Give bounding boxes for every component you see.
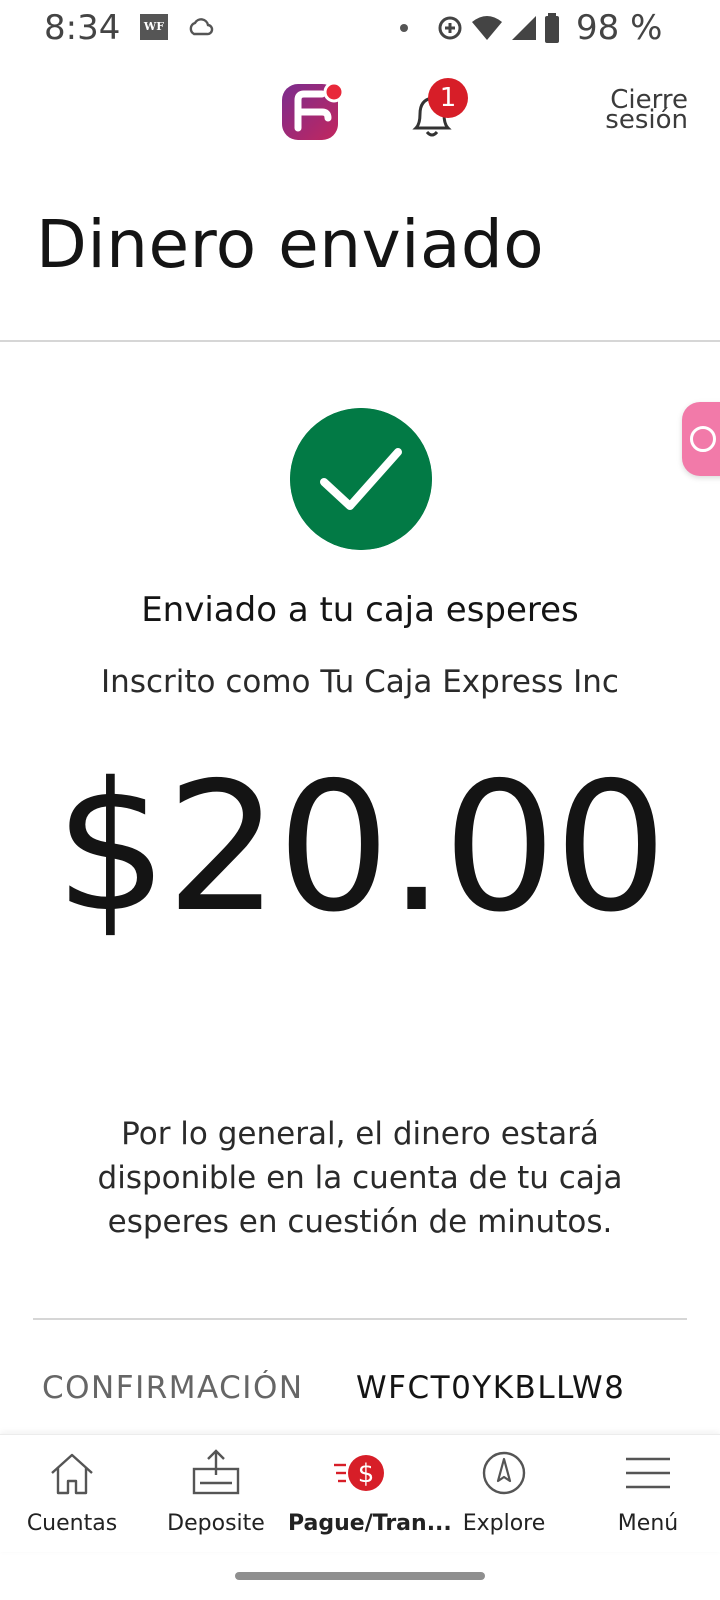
menu-icon: [626, 1457, 670, 1489]
confirmation-code: WFCT0YKBLLW8: [356, 1370, 626, 1406]
wf-notification-icon: WF: [140, 14, 168, 40]
nav-item-menu[interactable]: Menú: [576, 1435, 720, 1553]
nav-item-cuentas[interactable]: Cuentas: [0, 1435, 144, 1553]
nav-item-pague-transfiera[interactable]: $ Pague/Tran...: [288, 1435, 452, 1553]
notification-dot-icon: [400, 24, 408, 32]
nav-label: Deposite: [167, 1511, 265, 1536]
plus-circle-icon: [690, 426, 716, 452]
success-check-icon: [290, 408, 432, 550]
sent-amount: $20.00: [54, 744, 668, 951]
availability-note: Por lo general, el dinero estará disponi…: [97, 1116, 623, 1240]
home-icon: [51, 1453, 93, 1495]
compass-icon: [482, 1451, 526, 1495]
nav-label: Cuentas: [26, 1511, 118, 1536]
floating-action-button[interactable]: [682, 402, 720, 476]
nav-label: Explore: [462, 1511, 546, 1536]
nav-item-deposite[interactable]: Deposite: [144, 1435, 288, 1553]
battery-icon: [545, 13, 559, 43]
pay-transfer-icon: $: [334, 1455, 384, 1491]
nav-label: Pague/Tran...: [288, 1511, 452, 1536]
notification-badge[interactable]: 1: [428, 78, 468, 118]
status-icons: [436, 12, 560, 44]
nav-item-explore[interactable]: Explore: [432, 1435, 576, 1553]
bottom-nav: Cuentas Deposite $ Pague/Tran... Explore: [0, 1434, 720, 1552]
confirmation-row: CONFIRMACIÓN WFCT0YKBLLW8: [42, 1370, 682, 1410]
logout-label-line2: sesión: [605, 105, 688, 135]
home-indicator[interactable]: [235, 1572, 485, 1580]
status-time: 8:34: [44, 8, 121, 48]
logout-button[interactable]: Cierre sesión: [605, 87, 688, 135]
svg-text:$: $: [358, 1459, 375, 1489]
recipient-name: Enviado a tu caja esperes: [141, 590, 579, 630]
cloud-icon: [189, 18, 214, 36]
enrolled-as: Inscrito como Tu Caja Express Inc: [101, 664, 619, 700]
app-logo-icon[interactable]: [282, 80, 344, 142]
confirmation-label: CONFIRMACIÓN: [42, 1370, 304, 1406]
status-bar: 8:34 WF 98 %: [0, 0, 720, 60]
page-title: Dinero enviado: [36, 206, 545, 283]
wifi-icon: [472, 16, 502, 40]
signal-icon: [512, 16, 536, 40]
battery-percent: 98 %: [576, 8, 663, 48]
deposit-icon: [192, 1449, 240, 1495]
data-saver-icon: [438, 16, 462, 40]
divider: [33, 1318, 687, 1320]
divider: [0, 340, 720, 342]
nav-label: Menú: [617, 1511, 679, 1536]
